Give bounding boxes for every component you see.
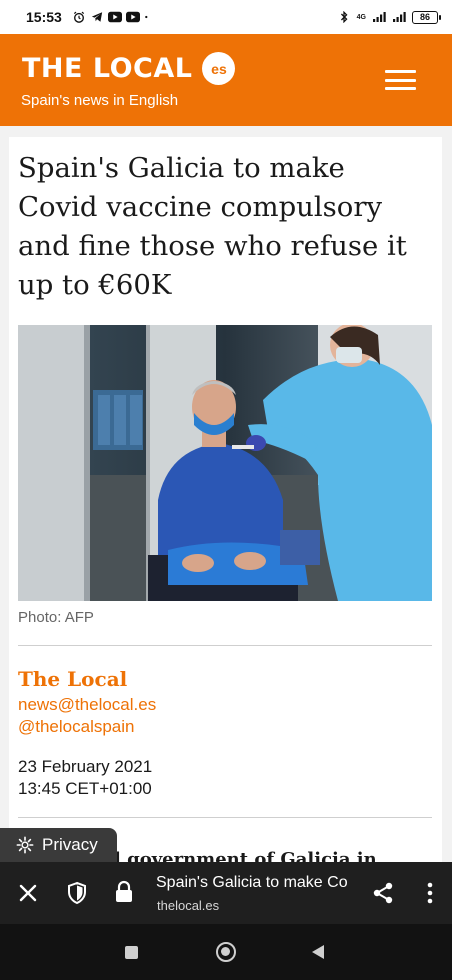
close-icon[interactable] [17, 882, 39, 904]
vaccination-photo [18, 325, 432, 601]
privacy-button[interactable]: Privacy [0, 828, 117, 862]
privacy-label: Privacy [42, 835, 98, 854]
status-right: 4G 86 [337, 10, 441, 24]
battery-icon: 86 [412, 10, 441, 24]
lock-icon[interactable] [114, 880, 134, 904]
home-icon[interactable] [216, 942, 236, 962]
status-bar: 15:53 4G 86 [0, 0, 452, 34]
author-name[interactable]: The Local [18, 667, 127, 691]
page-domain[interactable]: thelocal.es [157, 898, 219, 913]
youtube-icon [125, 11, 140, 23]
logo-badge: es [202, 52, 236, 85]
status-time: 15:53 [26, 9, 62, 25]
back-icon[interactable] [312, 945, 324, 959]
notification-icons [72, 11, 152, 23]
page-title[interactable]: Spain's Galicia to make Co [156, 874, 356, 892]
bluetooth-icon [340, 11, 348, 23]
signal-icon [373, 12, 386, 22]
article-photo[interactable] [18, 325, 432, 601]
system-nav-bar [0, 924, 452, 980]
more-options-icon[interactable] [426, 882, 434, 904]
author-twitter-link[interactable]: @thelocalspain [18, 717, 135, 737]
article-card: Spain's Galicia to make Covid vaccine co… [9, 137, 442, 867]
site-tagline: Spain's news in English [21, 92, 179, 109]
telegram-icon [91, 12, 102, 22]
divider [18, 817, 432, 818]
dot-icon [144, 15, 148, 19]
divider [18, 645, 432, 646]
signal-icon [393, 12, 406, 22]
article-headline: Spain's Galicia to make Covid vaccine co… [18, 152, 407, 301]
alarm-icon [73, 11, 84, 23]
publish-time: 13:45 CET+01:00 [18, 779, 152, 798]
gear-icon [16, 836, 34, 854]
logo-text: THE LOCAL [22, 53, 193, 84]
recent-apps-icon[interactable] [125, 946, 138, 959]
youtube-icon [107, 11, 122, 23]
share-icon[interactable] [371, 881, 395, 905]
status-left: 15:53 [26, 9, 152, 25]
site-header: THE LOCAL es Spain's news in English [0, 34, 452, 126]
author-email-link[interactable]: news@thelocal.es [18, 695, 156, 715]
photo-credit: Photo: AFP [18, 609, 94, 626]
shield-icon[interactable] [66, 881, 88, 905]
browser-bottom-bar: Spain's Galicia to make Co thelocal.es [0, 862, 452, 924]
site-logo[interactable]: THE LOCAL es [22, 52, 236, 85]
network-type: 4G [356, 13, 366, 21]
hamburger-menu-icon[interactable] [385, 70, 416, 90]
publish-date: 23 February 2021 [18, 757, 153, 776]
